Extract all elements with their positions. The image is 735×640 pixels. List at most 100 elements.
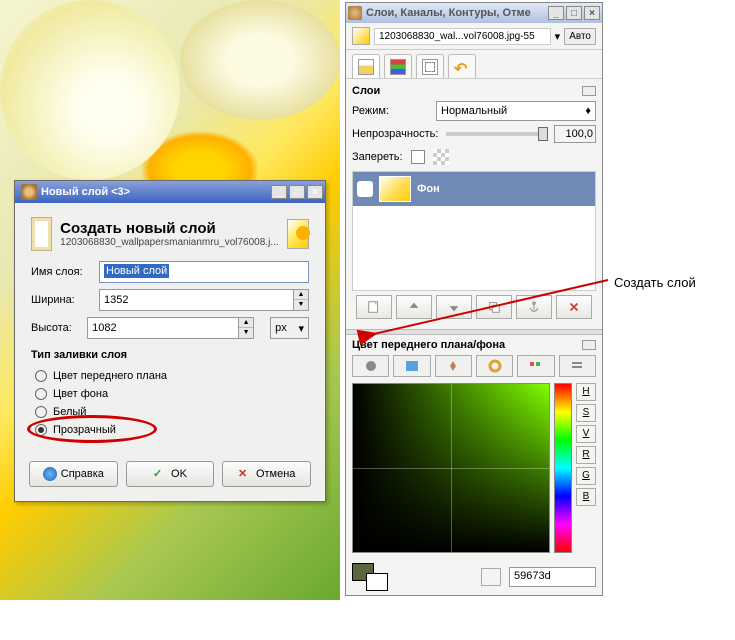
fill-foreground-label: Цвет переднего плана xyxy=(53,370,167,382)
panel-options-icon[interactable] xyxy=(582,86,596,96)
hue-slider[interactable] xyxy=(554,383,572,553)
channel-h-button[interactable]: H xyxy=(576,383,596,401)
annotation-label: Создать слой xyxy=(614,275,696,290)
dock-close-button[interactable]: × xyxy=(584,6,600,20)
auto-button[interactable]: Авто xyxy=(564,28,596,45)
height-spinner[interactable]: ▲▼ xyxy=(87,317,254,339)
color-panel-title: Цвет переднего плана/фона xyxy=(352,339,505,351)
width-label: Ширина: xyxy=(31,294,91,306)
height-up[interactable]: ▲ xyxy=(239,318,253,328)
ok-icon xyxy=(153,467,167,481)
tab-channels[interactable] xyxy=(384,54,412,78)
fill-transparent-radio[interactable]: Прозрачный xyxy=(31,421,309,439)
layer-thumbnail xyxy=(379,176,411,202)
color-tab-wheel[interactable] xyxy=(476,355,513,377)
color-tab-cmyk[interactable] xyxy=(393,355,430,377)
radio-icon xyxy=(35,406,47,418)
image-selector[interactable]: 1203068830_wal...vol76008.jpg-55 xyxy=(374,28,551,45)
tab-paths[interactable] xyxy=(416,54,444,78)
mode-select[interactable]: Нормальный♦ xyxy=(436,101,596,121)
color-tab-scales[interactable] xyxy=(559,355,596,377)
dock-titlebar[interactable]: Слои, Каналы, Контуры, Отме _ □ × xyxy=(346,3,602,23)
color-field[interactable] xyxy=(352,383,550,553)
layer-name-input[interactable]: Новый слой xyxy=(99,261,309,283)
tab-layers[interactable] xyxy=(352,54,380,78)
dock-title-text: Слои, Каналы, Контуры, Отме xyxy=(366,7,548,19)
help-button[interactable]: Справка xyxy=(29,461,118,487)
visibility-icon[interactable] xyxy=(357,181,373,197)
color-tab-gimp[interactable] xyxy=(352,355,389,377)
duplicate-layer-button[interactable] xyxy=(476,295,512,319)
height-down[interactable]: ▼ xyxy=(239,328,253,338)
layers-icon xyxy=(358,59,374,75)
fill-background-radio[interactable]: Цвет фона xyxy=(31,385,309,403)
tab-undo[interactable] xyxy=(448,54,476,78)
layers-panel-title: Слои xyxy=(352,85,380,97)
layer-list[interactable]: Фон xyxy=(352,171,596,291)
delete-layer-button[interactable] xyxy=(556,295,592,319)
dialog-subheader: 1203068830_wallpapersmanianmru_vol76008.… xyxy=(60,237,279,248)
image-swatch-icon xyxy=(352,27,370,45)
layer-name-label: Имя слоя: xyxy=(31,266,91,278)
fill-background-label: Цвет фона xyxy=(53,388,108,400)
ok-button[interactable]: OK xyxy=(126,461,215,487)
opacity-value[interactable]: 100,0 xyxy=(554,125,596,143)
dialog-header: Создать новый слой xyxy=(60,220,279,237)
fill-foreground-radio[interactable]: Цвет переднего плана xyxy=(31,367,309,385)
fg-bg-swatches[interactable] xyxy=(352,563,388,591)
height-input[interactable] xyxy=(87,317,238,339)
color-panel-options-icon[interactable] xyxy=(582,340,596,350)
radio-icon xyxy=(35,370,47,382)
width-down[interactable]: ▼ xyxy=(294,300,308,310)
lock-label: Запереть: xyxy=(352,151,403,163)
color-tab-watercolor[interactable] xyxy=(435,355,472,377)
help-icon xyxy=(43,467,57,481)
lock-alpha-checkbox[interactable] xyxy=(433,149,449,165)
lower-layer-button[interactable] xyxy=(436,295,472,319)
minimize-button[interactable]: _ xyxy=(271,185,287,199)
units-select[interactable]: px▾ xyxy=(270,317,309,339)
anchor-layer-button[interactable] xyxy=(516,295,552,319)
new-layer-button[interactable] xyxy=(356,295,392,319)
channel-b-button[interactable]: B xyxy=(576,488,596,506)
layer-name[interactable]: Фон xyxy=(417,183,440,195)
width-spinner[interactable]: ▲▼ xyxy=(99,289,309,311)
new-layer-icon xyxy=(31,217,52,251)
dock-minimize-button[interactable]: _ xyxy=(548,6,564,20)
width-input[interactable] xyxy=(99,289,293,311)
hex-input[interactable]: 59673d xyxy=(509,567,596,587)
close-button[interactable]: × xyxy=(307,185,323,199)
channels-icon xyxy=(390,59,406,75)
maximize-button[interactable]: □ xyxy=(289,185,305,199)
cancel-icon xyxy=(238,467,252,481)
radio-icon xyxy=(35,388,47,400)
opacity-label: Непрозрачность: xyxy=(352,128,440,140)
lock-pixels-checkbox[interactable] xyxy=(411,150,425,164)
cancel-button[interactable]: Отмена xyxy=(222,461,311,487)
width-up[interactable]: ▲ xyxy=(294,290,308,300)
dropdown-icon[interactable]: ▾ xyxy=(555,30,561,43)
channel-r-button[interactable]: R xyxy=(576,446,596,464)
channel-s-button[interactable]: S xyxy=(576,404,596,422)
fill-type-title: Тип заливки слоя xyxy=(31,349,309,361)
channel-g-button[interactable]: G xyxy=(576,467,596,485)
opacity-slider[interactable] xyxy=(446,132,548,136)
color-tab-palette[interactable] xyxy=(517,355,554,377)
dialog-title: Новый слой <3> xyxy=(41,186,271,198)
image-thumbnail xyxy=(287,219,309,249)
channel-v-button[interactable]: V xyxy=(576,425,596,443)
layers-dock: Слои, Каналы, Контуры, Отме _ □ × 120306… xyxy=(345,2,603,596)
app-icon xyxy=(348,6,362,20)
paths-icon xyxy=(422,59,438,75)
height-label: Высота: xyxy=(31,322,79,334)
new-layer-dialog: Новый слой <3> _ □ × Создать новый слой … xyxy=(14,180,326,502)
color-history-icon[interactable] xyxy=(481,568,501,586)
raise-layer-button[interactable] xyxy=(396,295,432,319)
layer-row[interactable]: Фон xyxy=(353,172,595,206)
mode-label: Режим: xyxy=(352,105,432,117)
highlight-circle xyxy=(27,415,157,443)
app-icon xyxy=(21,184,37,200)
undo-icon xyxy=(454,59,470,75)
dock-maximize-button[interactable]: □ xyxy=(566,6,582,20)
dialog-titlebar[interactable]: Новый слой <3> _ □ × xyxy=(15,181,325,203)
